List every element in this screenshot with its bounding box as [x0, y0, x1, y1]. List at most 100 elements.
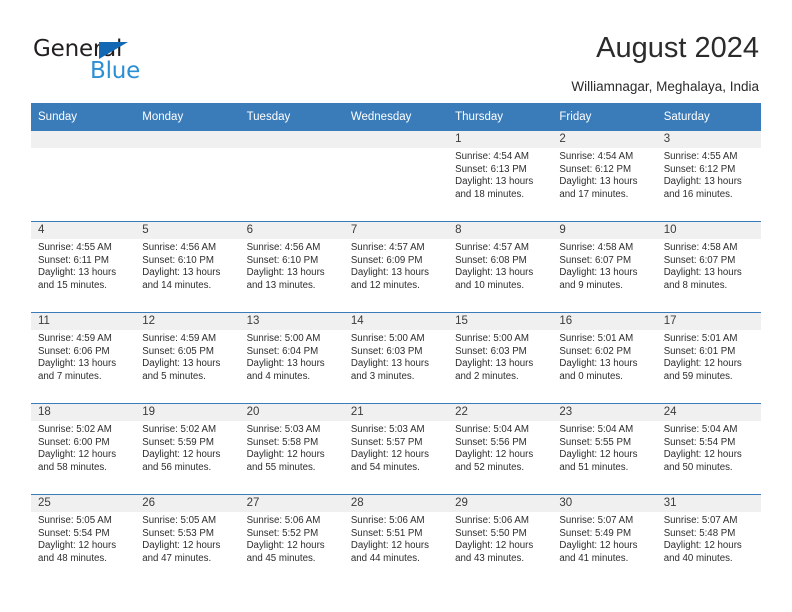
calendar-day-cell[interactable]: 3 Sunrise: 4:55 AM Sunset: 6:12 PM Daylight…: [656, 131, 761, 222]
daylight-text: Daylight: 13 hours and 9 minutes.: [559, 267, 638, 291]
calendar-day-cell[interactable]: 25 Sunrise: 5:05 AM Sunset: 5:54 PM Dayligh…: [31, 494, 136, 585]
daylight-text: Daylight: 13 hours and 7 minutes.: [38, 358, 117, 382]
calendar-week-row: 25 Sunrise: 5:05 AM Sunset: 5:54 PM Dayligh…: [31, 494, 761, 585]
calendar-day-cell[interactable]: 2 Sunrise: 4:54 AM Sunset: 6:12 PM Daylight…: [552, 131, 657, 222]
sunrise-text: Sunrise: 5:06 AM: [246, 515, 321, 526]
calendar-header-row: Sunday Monday Tuesday Wednesday Thursday…: [31, 103, 761, 131]
calendar-day-cell[interactable]: 12 Sunrise: 4:59 AM Sunset: 6:05 PM Dayligh…: [135, 312, 240, 404]
calendar-day-cell[interactable]: 18 Sunrise: 5:02 AM Sunset: 6:00 PM Dayligh…: [31, 403, 136, 495]
weekday-header-friday: Friday: [552, 103, 657, 131]
daylight-text: Daylight: 13 hours and 2 minutes.: [455, 358, 534, 382]
sunrise-text: Sunrise: 5:07 AM: [663, 515, 738, 526]
sunset-text: Sunset: 6:07 PM: [559, 254, 632, 266]
daylight-text: Daylight: 13 hours and 5 minutes.: [142, 358, 221, 382]
day-number: 16: [552, 313, 657, 330]
daylight-text: Daylight: 13 hours and 4 minutes.: [246, 358, 325, 382]
day-sun-info: Sunrise: 4:55 AM Sunset: 6:12 PM Daylight:…: [657, 148, 761, 201]
daylight-text: Daylight: 13 hours and 15 minutes.: [38, 267, 117, 291]
day-sun-info: Sunrise: 4:54 AM Sunset: 6:13 PM Daylight:…: [448, 148, 552, 201]
sunrise-text: Sunrise: 5:05 AM: [38, 515, 112, 526]
sunrise-text: Sunrise: 5:07 AM: [559, 515, 634, 526]
calendar-day-cell[interactable]: 7 Sunrise: 4:57 AM Sunset: 6:09 PM Daylight…: [343, 221, 449, 313]
calendar-day-cell[interactable]: 31 Sunrise: 5:07 AM Sunset: 5:48 PM Dayligh…: [656, 494, 761, 585]
calendar-day-cell[interactable]: 29 Sunrise: 5:06 AM Sunset: 5:50 PM Dayligh…: [448, 494, 553, 585]
day-sun-info: Sunrise: 5:04 AM Sunset: 5:54 PM Daylight:…: [657, 421, 761, 474]
calendar-day-cell[interactable]: 6 Sunrise: 4:56 AM Sunset: 6:10 PM Daylight…: [239, 221, 344, 313]
day-number: [135, 131, 240, 148]
calendar-day-cell[interactable]: 10 Sunrise: 4:58 AM Sunset: 6:07 PM Dayligh…: [656, 221, 761, 313]
sunset-text: Sunset: 5:58 PM: [246, 436, 319, 448]
daylight-text: Daylight: 12 hours and 54 minutes.: [350, 449, 429, 473]
sunrise-text: Sunrise: 5:02 AM: [142, 424, 217, 435]
calendar-day-cell[interactable]: 4 Sunrise: 4:55 AM Sunset: 6:11 PM Daylight…: [31, 221, 136, 313]
sunset-text: Sunset: 5:54 PM: [663, 436, 736, 448]
calendar-day-cell[interactable]: 27 Sunrise: 5:06 AM Sunset: 5:52 PM Dayligh…: [239, 494, 344, 585]
calendar-day-cell[interactable]: 19 Sunrise: 5:02 AM Sunset: 5:59 PM Dayligh…: [135, 403, 240, 495]
day-sun-info: Sunrise: 5:07 AM Sunset: 5:49 PM Daylight:…: [552, 512, 656, 565]
sunrise-text: Sunrise: 4:56 AM: [142, 242, 217, 253]
day-sun-info: Sunrise: 5:01 AM Sunset: 6:02 PM Daylight:…: [552, 330, 656, 383]
daylight-text: Daylight: 12 hours and 48 minutes.: [38, 540, 117, 564]
calendar-grid: Sunday Monday Tuesday Wednesday Thursday…: [31, 103, 761, 585]
calendar-day-cell[interactable]: 13 Sunrise: 5:00 AM Sunset: 6:04 PM Dayligh…: [239, 312, 344, 404]
calendar-day-cell[interactable]: 30 Sunrise: 5:07 AM Sunset: 5:49 PM Dayligh…: [552, 494, 657, 585]
calendar-day-cell[interactable]: 8 Sunrise: 4:57 AM Sunset: 6:08 PM Daylight…: [448, 221, 553, 313]
sunrise-text: Sunrise: 4:55 AM: [663, 151, 738, 162]
calendar-day-cell[interactable]: 16 Sunrise: 5:01 AM Sunset: 6:02 PM Dayligh…: [552, 312, 657, 404]
calendar-table: Sunday Monday Tuesday Wednesday Thursday…: [31, 103, 761, 585]
day-sun-info: Sunrise: 4:56 AM Sunset: 6:10 PM Daylight:…: [240, 239, 344, 292]
day-number: 14: [343, 313, 449, 330]
calendar-day-cell[interactable]: 15 Sunrise: 5:00 AM Sunset: 6:03 PM Dayligh…: [448, 312, 553, 404]
day-sun-info: Sunrise: 4:56 AM Sunset: 6:10 PM Daylight:…: [135, 239, 239, 292]
day-number: 4: [31, 222, 136, 239]
day-sun-info: Sunrise: 4:55 AM Sunset: 6:11 PM Daylight:…: [31, 239, 135, 292]
day-sun-info: Sunrise: 5:04 AM Sunset: 5:56 PM Daylight:…: [448, 421, 552, 474]
day-sun-info: Sunrise: 5:00 AM Sunset: 6:03 PM Daylight:…: [448, 330, 552, 383]
calendar-day-cell[interactable]: 20 Sunrise: 5:03 AM Sunset: 5:58 PM Dayligh…: [239, 403, 344, 495]
weekday-header-tuesday: Tuesday: [239, 103, 344, 131]
sunrise-text: Sunrise: 5:04 AM: [559, 424, 634, 435]
day-sun-info: Sunrise: 5:07 AM Sunset: 5:48 PM Daylight:…: [657, 512, 761, 565]
day-sun-info: Sunrise: 5:04 AM Sunset: 5:55 PM Daylight:…: [552, 421, 656, 474]
calendar-day-cell[interactable]: 11 Sunrise: 4:59 AM Sunset: 6:06 PM Dayligh…: [31, 312, 136, 404]
day-sun-info: Sunrise: 5:01 AM Sunset: 6:01 PM Daylight:…: [657, 330, 761, 383]
sunrise-text: Sunrise: 5:01 AM: [559, 333, 634, 344]
daylight-text: Daylight: 12 hours and 43 minutes.: [455, 540, 534, 564]
calendar-day-cell[interactable]: 21 Sunrise: 5:03 AM Sunset: 5:57 PM Dayligh…: [343, 403, 449, 495]
logo-triangle-icon: [99, 42, 128, 59]
sunrise-text: Sunrise: 4:57 AM: [350, 242, 425, 253]
sunset-text: Sunset: 5:54 PM: [38, 527, 110, 539]
day-sun-info: Sunrise: 5:06 AM Sunset: 5:52 PM Daylight:…: [240, 512, 344, 565]
day-number: 28: [343, 495, 449, 512]
sunset-text: Sunset: 6:04 PM: [246, 345, 319, 357]
calendar-day-cell[interactable]: 26 Sunrise: 5:05 AM Sunset: 5:53 PM Dayligh…: [135, 494, 240, 585]
day-sun-info: Sunrise: 5:03 AM Sunset: 5:57 PM Daylight:…: [344, 421, 448, 474]
day-number: 30: [552, 495, 657, 512]
calendar-day-cell[interactable]: 5 Sunrise: 4:56 AM Sunset: 6:10 PM Daylight…: [135, 221, 240, 313]
calendar-cell-empty: [239, 131, 344, 222]
sunrise-text: Sunrise: 5:06 AM: [455, 515, 529, 526]
general-blue-logo[interactable]: General Blue: [33, 36, 253, 84]
sunset-text: Sunset: 5:48 PM: [663, 527, 736, 539]
day-sun-info: Sunrise: 5:05 AM Sunset: 5:53 PM Daylight:…: [135, 512, 239, 565]
daylight-text: Daylight: 12 hours and 51 minutes.: [559, 449, 638, 473]
calendar-day-cell[interactable]: 24 Sunrise: 5:04 AM Sunset: 5:54 PM Dayligh…: [656, 403, 761, 495]
calendar-day-cell[interactable]: 28 Sunrise: 5:06 AM Sunset: 5:51 PM Dayligh…: [343, 494, 449, 585]
sunrise-text: Sunrise: 4:55 AM: [38, 242, 112, 253]
sunset-text: Sunset: 6:07 PM: [663, 254, 736, 266]
calendar-day-cell[interactable]: 1 Sunrise: 4:54 AM Sunset: 6:13 PM Daylight…: [448, 131, 553, 222]
sunrise-text: Sunrise: 4:59 AM: [142, 333, 217, 344]
page-header: General Blue August 2024 Williamnagar, M…: [0, 0, 792, 100]
calendar-day-cell[interactable]: 17 Sunrise: 5:01 AM Sunset: 6:01 PM Dayligh…: [656, 312, 761, 404]
calendar-day-cell[interactable]: 22 Sunrise: 5:04 AM Sunset: 5:56 PM Dayligh…: [448, 403, 553, 495]
calendar-day-cell[interactable]: 23 Sunrise: 5:04 AM Sunset: 5:55 PM Dayligh…: [552, 403, 657, 495]
daylight-text: Daylight: 13 hours and 14 minutes.: [142, 267, 221, 291]
calendar-day-cell[interactable]: 14 Sunrise: 5:00 AM Sunset: 6:03 PM Dayligh…: [343, 312, 449, 404]
day-number: 6: [239, 222, 344, 239]
calendar-day-cell[interactable]: 9 Sunrise: 4:58 AM Sunset: 6:07 PM Daylight…: [552, 221, 657, 313]
sunset-text: Sunset: 6:09 PM: [350, 254, 423, 266]
daylight-text: Daylight: 13 hours and 17 minutes.: [559, 176, 638, 200]
day-number: 5: [135, 222, 240, 239]
sunset-text: Sunset: 5:55 PM: [559, 436, 632, 448]
day-number: 13: [239, 313, 344, 330]
